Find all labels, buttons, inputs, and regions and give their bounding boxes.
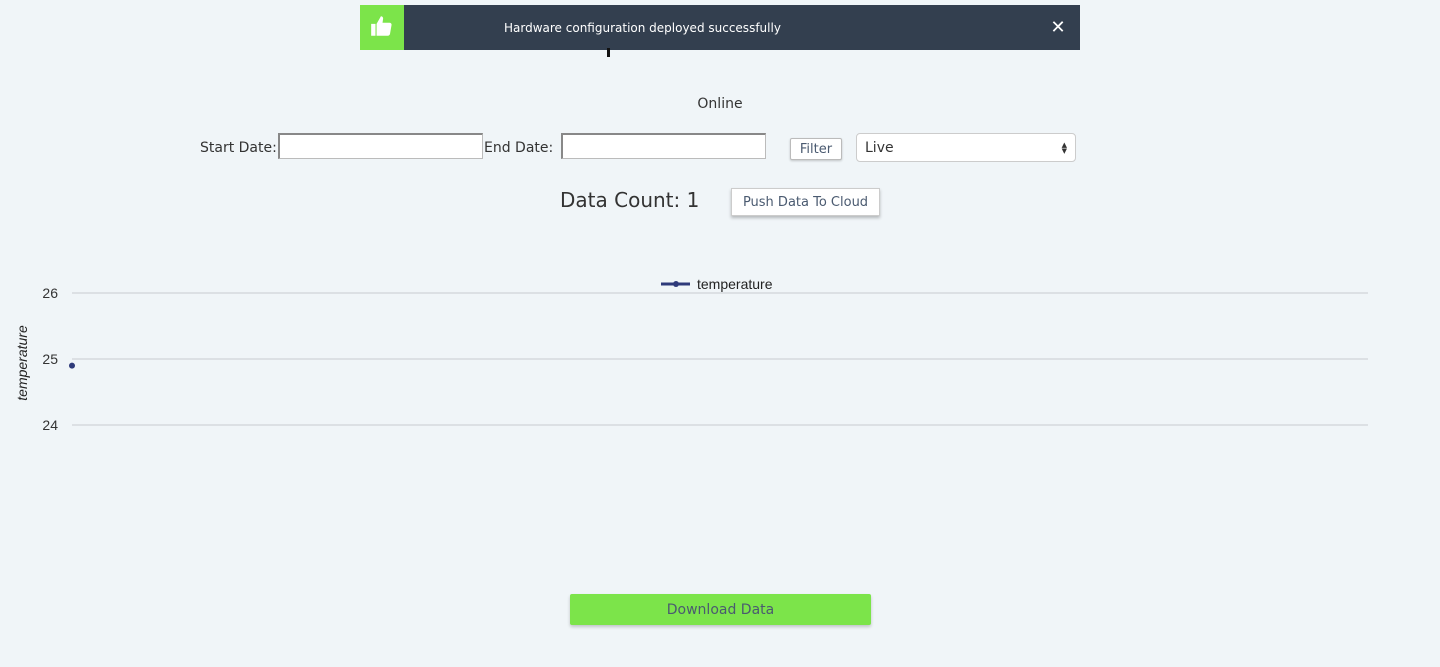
toast-icon-box — [360, 5, 404, 50]
select-arrows-icon: ▲ ▼ — [1061, 140, 1067, 155]
push-to-cloud-button[interactable]: Push Data To Cloud — [731, 188, 880, 216]
y-axis-label: temperature — [14, 325, 30, 401]
toast-notification: Hardware configuration deployed successf… — [360, 5, 1080, 50]
y-tick-label: 25 — [42, 351, 58, 367]
legend-marker — [673, 281, 679, 287]
close-icon[interactable]: ✕ — [1036, 5, 1080, 50]
data-point — [69, 362, 75, 369]
legend-label: temperature — [697, 276, 773, 292]
end-date-label: End Date: — [484, 140, 554, 156]
y-tick-label: 26 — [42, 285, 58, 301]
toast-message: Hardware configuration deployed successf… — [504, 20, 781, 35]
thumbs-up-icon — [369, 13, 395, 43]
y-tick-label: 24 — [42, 417, 58, 433]
page: Hardware configuration deployed successf… — [0, 0, 1440, 667]
download-data-button[interactable]: Download Data — [570, 594, 871, 625]
filter-row: Start Date: End Date: Filter Live ▲ ▼ — [0, 133, 1440, 164]
page-title-fragment — [607, 48, 610, 57]
data-count: Data Count: 1 — [560, 188, 700, 212]
mode-select[interactable]: Live ▲ ▼ — [856, 133, 1076, 162]
filter-button[interactable]: Filter — [790, 138, 842, 160]
start-date-input[interactable] — [278, 133, 483, 159]
connection-status: Online — [697, 96, 743, 112]
mode-select-value: Live — [865, 139, 894, 156]
end-date-input[interactable] — [561, 133, 766, 159]
start-date-label: Start Date: — [200, 140, 277, 156]
temperature-chart: 24 25 26 temperature temperature — [14, 276, 1368, 433]
